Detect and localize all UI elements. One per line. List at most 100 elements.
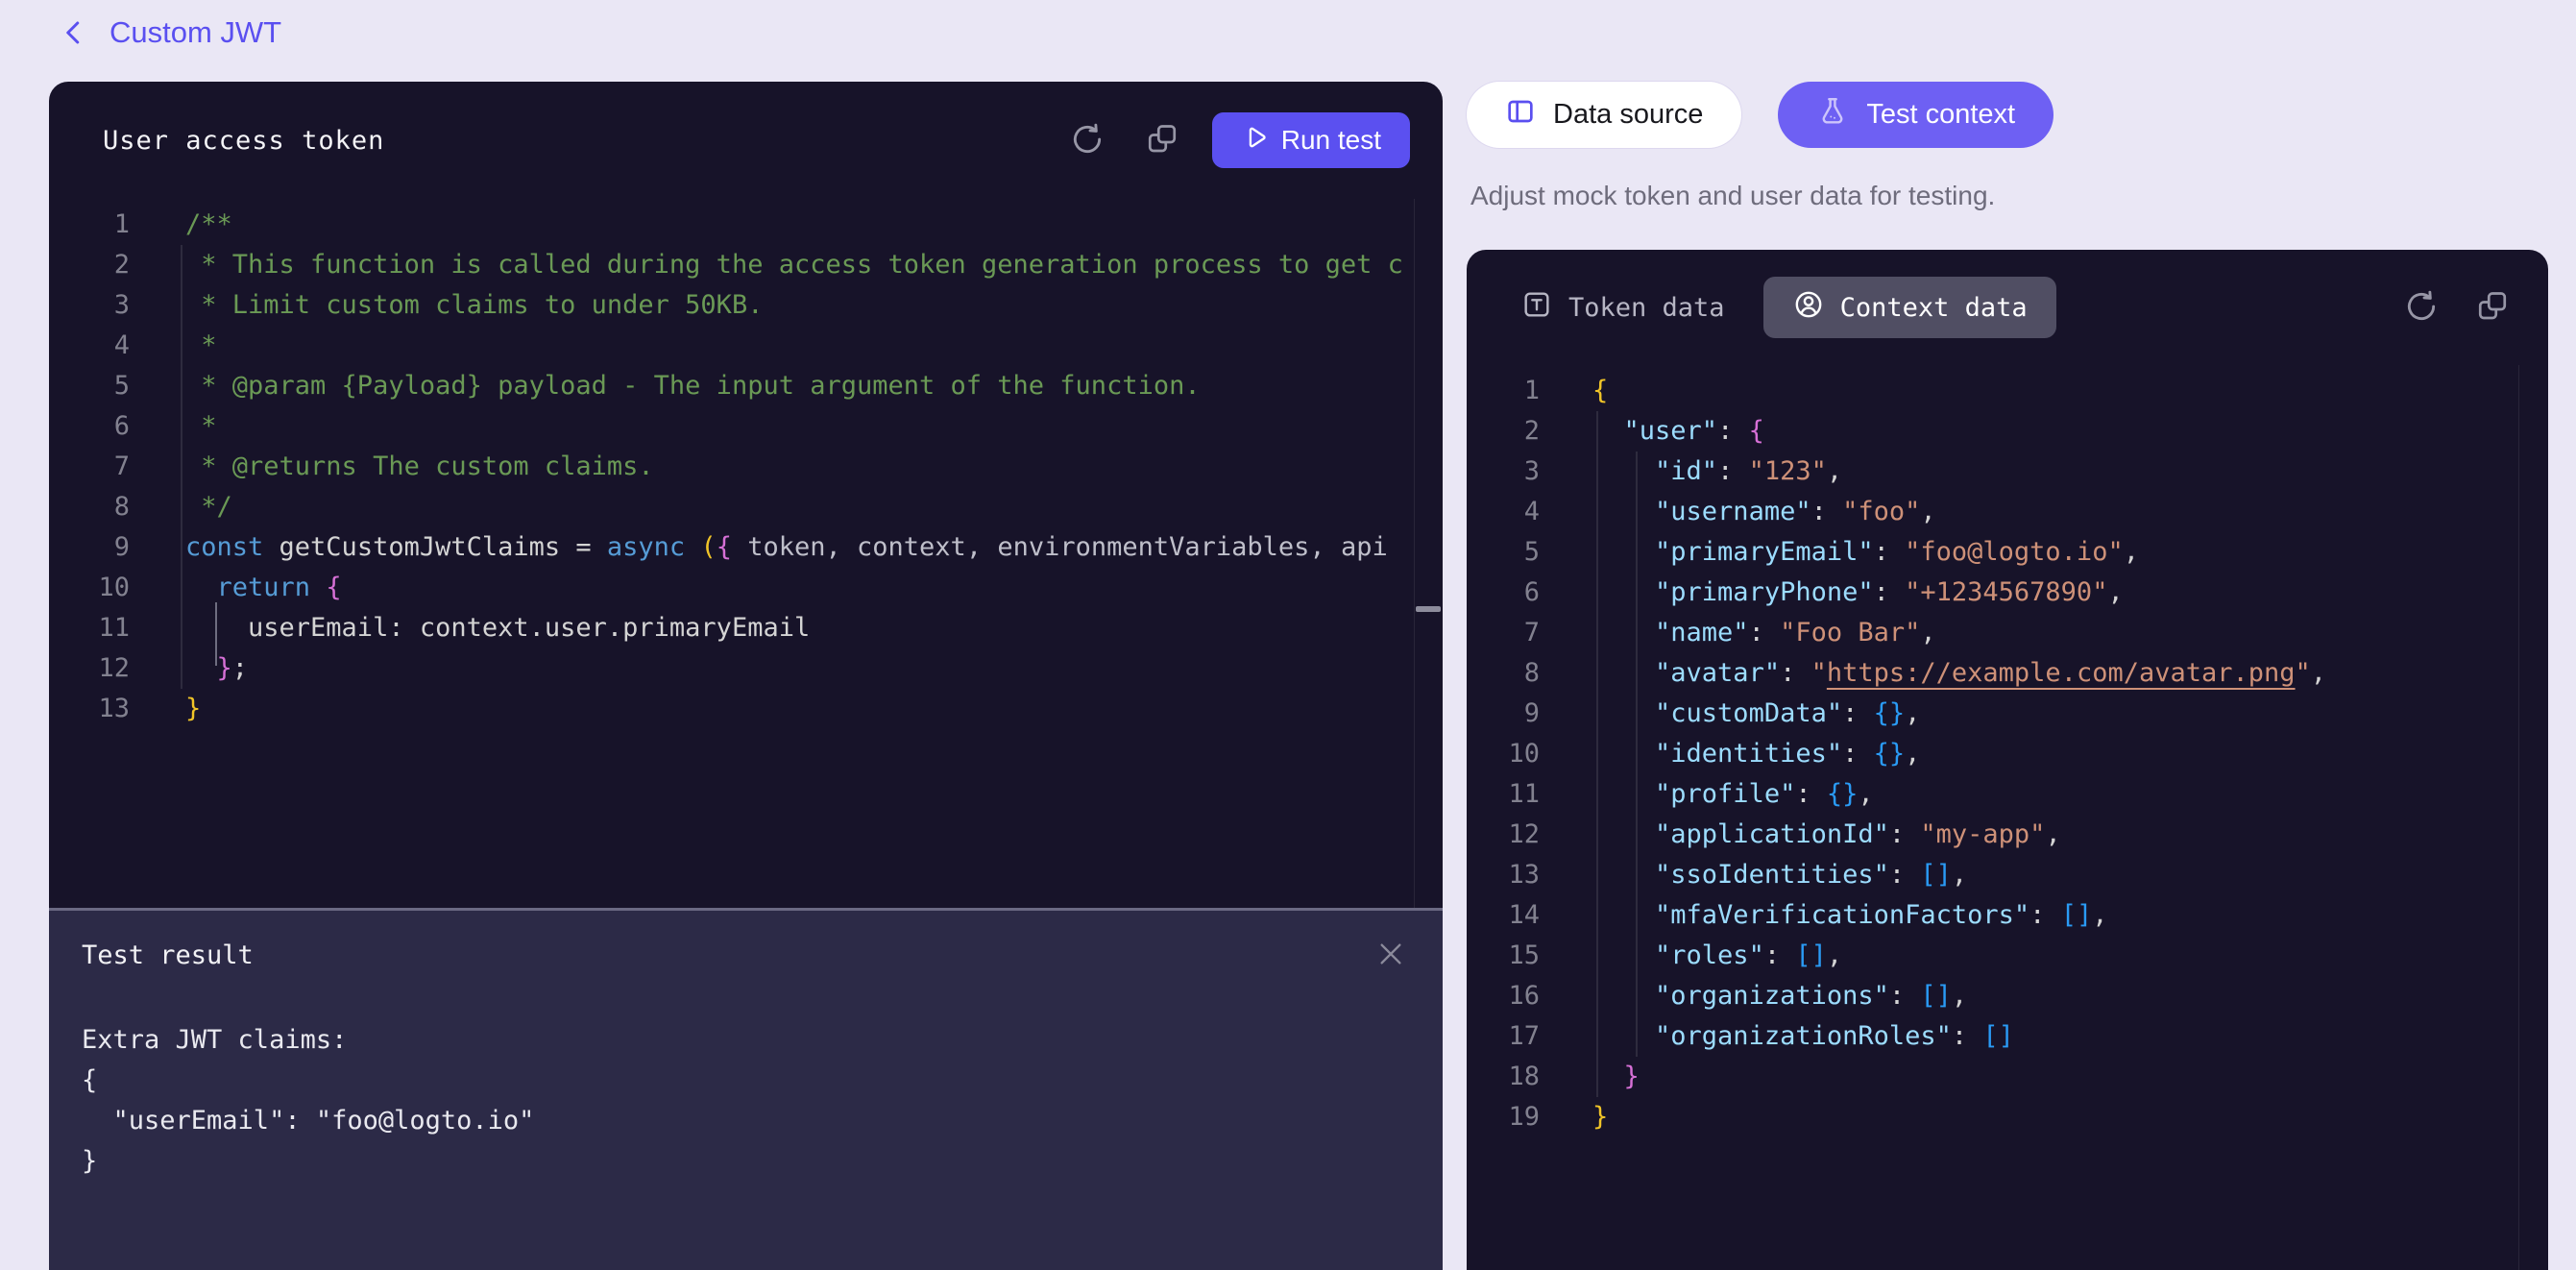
line-number: 5 (49, 366, 130, 406)
editor-refresh-button[interactable] (1066, 119, 1108, 161)
line-number: 12 (1467, 815, 1540, 855)
play-icon (1241, 124, 1268, 158)
code-line: 16 "organizations": [], (1467, 976, 2548, 1016)
code-line: 10 return { (49, 568, 1443, 608)
code-line: 12 }; (49, 648, 1443, 689)
code-line: 10 "identities": {}, (1467, 734, 2548, 774)
back-label: Custom JWT (109, 15, 281, 50)
code-line: 19} (1467, 1097, 2548, 1137)
line-number: 7 (49, 447, 130, 487)
result-line: Extra JWT claims: (82, 1020, 1410, 1061)
line-number: 6 (1467, 573, 1540, 613)
code-line: 4 * (49, 326, 1443, 366)
line-number: 3 (49, 285, 130, 326)
line-number: 4 (49, 326, 130, 366)
test-result-output: Extra JWT claims:{ "userEmail": "foo@log… (82, 1020, 1410, 1182)
line-number: 11 (49, 608, 130, 648)
line-number: 9 (1467, 694, 1540, 734)
copy-icon (1145, 122, 1179, 159)
code-line: 7 * @returns The custom claims. (49, 447, 1443, 487)
code-line: 7 "name": "Foo Bar", (1467, 613, 2548, 653)
context-copy-button[interactable] (2471, 286, 2514, 329)
code-line: 1/** (49, 205, 1443, 245)
line-number: 18 (1467, 1057, 1540, 1097)
code-line: 8 "avatar": "https://example.com/avatar.… (1467, 653, 2548, 694)
editor-header: User access token Run test (49, 82, 1443, 199)
copy-icon (2475, 289, 2510, 327)
code-line: 8 */ (49, 487, 1443, 527)
split-panel-icon (1505, 96, 1536, 134)
line-number: 19 (1467, 1097, 1540, 1137)
line-number: 8 (49, 487, 130, 527)
code-line: 2 "user": { (1467, 411, 2548, 452)
line-number: 6 (49, 406, 130, 447)
line-number: 13 (1467, 855, 1540, 895)
test-context-label: Test context (1866, 99, 2015, 131)
line-number: 8 (1467, 653, 1540, 694)
code-line: 18 } (1467, 1057, 2548, 1097)
code-line: 9const getCustomJwtClaims = async ({ tok… (49, 527, 1443, 568)
chevron-left-icon (60, 18, 88, 47)
user-access-token-panel: User access token Run test (49, 82, 1443, 1270)
editor-copy-button[interactable] (1141, 119, 1183, 161)
code-editor[interactable]: 1/**2 * This function is called during t… (49, 199, 1443, 908)
code-line: 3 "id": "123", (1467, 452, 2548, 492)
back-link[interactable]: Custom JWT (60, 15, 281, 50)
code-line: 15 "roles": [], (1467, 936, 2548, 976)
line-number: 2 (1467, 411, 1540, 452)
flask-icon (1816, 95, 1849, 135)
token-data-icon (1520, 288, 1553, 328)
indent-guide (1636, 452, 1638, 1057)
context-refresh-button[interactable] (2400, 286, 2442, 329)
line-number: 5 (1467, 532, 1540, 573)
close-test-result-button[interactable] (1372, 936, 1410, 974)
tab-token-data[interactable]: Token data (1520, 288, 1725, 328)
line-number: 10 (1467, 734, 1540, 774)
refresh-icon (2403, 288, 2440, 328)
code-line: 6 * (49, 406, 1443, 447)
code-line: 17 "organizationRoles": [] (1467, 1016, 2548, 1057)
code-line: 11 "profile": {}, (1467, 774, 2548, 815)
line-number: 12 (49, 648, 130, 689)
code-line: 3 * Limit custom claims to under 50KB. (49, 285, 1443, 326)
context-panel-header: Token data Context data (1467, 250, 2548, 365)
active-indent-guide (215, 602, 217, 666)
line-number: 2 (49, 245, 130, 285)
code-line: 13} (49, 689, 1443, 729)
close-icon (1375, 939, 1406, 972)
line-number: 1 (1467, 371, 1540, 411)
tab-context-data-label: Context data (1840, 293, 2028, 323)
code-line: 13 "ssoIdentities": [], (1467, 855, 2548, 895)
code-line: 1{ (1467, 371, 2548, 411)
code-line: 2 * This function is called during the a… (49, 245, 1443, 285)
code-line: 6 "primaryPhone": "+1234567890", (1467, 573, 2548, 613)
run-test-button[interactable]: Run test (1212, 112, 1410, 168)
code-line: 11 userEmail: context.user.primaryEmail (49, 608, 1443, 648)
tab-context-data[interactable]: Context data (1763, 277, 2056, 338)
line-number: 4 (1467, 492, 1540, 532)
overview-ruler-border (2518, 365, 2519, 1270)
code-line: 5 "primaryEmail": "foo@logto.io", (1467, 532, 2548, 573)
context-mode-switch: Data source Test context (1467, 82, 2054, 148)
line-number: 14 (1467, 895, 1540, 936)
context-caption: Adjust mock token and user data for test… (1470, 181, 1995, 211)
data-source-button[interactable]: Data source (1467, 82, 1741, 148)
run-test-label: Run test (1281, 125, 1381, 156)
code-line: 4 "username": "foo", (1467, 492, 2548, 532)
line-number: 7 (1467, 613, 1540, 653)
overview-ruler-border (1414, 199, 1415, 908)
test-context-button[interactable]: Test context (1778, 82, 2054, 148)
code-line: 14 "mfaVerificationFactors": [], (1467, 895, 2548, 936)
tab-token-data-label: Token data (1568, 293, 1725, 323)
line-number: 3 (1467, 452, 1540, 492)
code-line: 5 * @param {Payload} payload - The input… (49, 366, 1443, 406)
result-line: "userEmail": "foo@logto.io" (82, 1101, 1410, 1141)
result-line: { (82, 1061, 1410, 1101)
test-context-panel: Token data Context data (1467, 250, 2548, 1270)
line-number: 9 (49, 527, 130, 568)
context-json-editor[interactable]: 1{2 "user": {3 "id": "123",4 "username":… (1467, 365, 2548, 1270)
scrollbar-cursor-marker (1416, 606, 1441, 612)
test-result-panel: Test result Extra JWT claims:{ "userEmai… (49, 908, 1443, 1270)
refresh-icon (1069, 121, 1106, 160)
data-source-label: Data source (1553, 99, 1703, 131)
